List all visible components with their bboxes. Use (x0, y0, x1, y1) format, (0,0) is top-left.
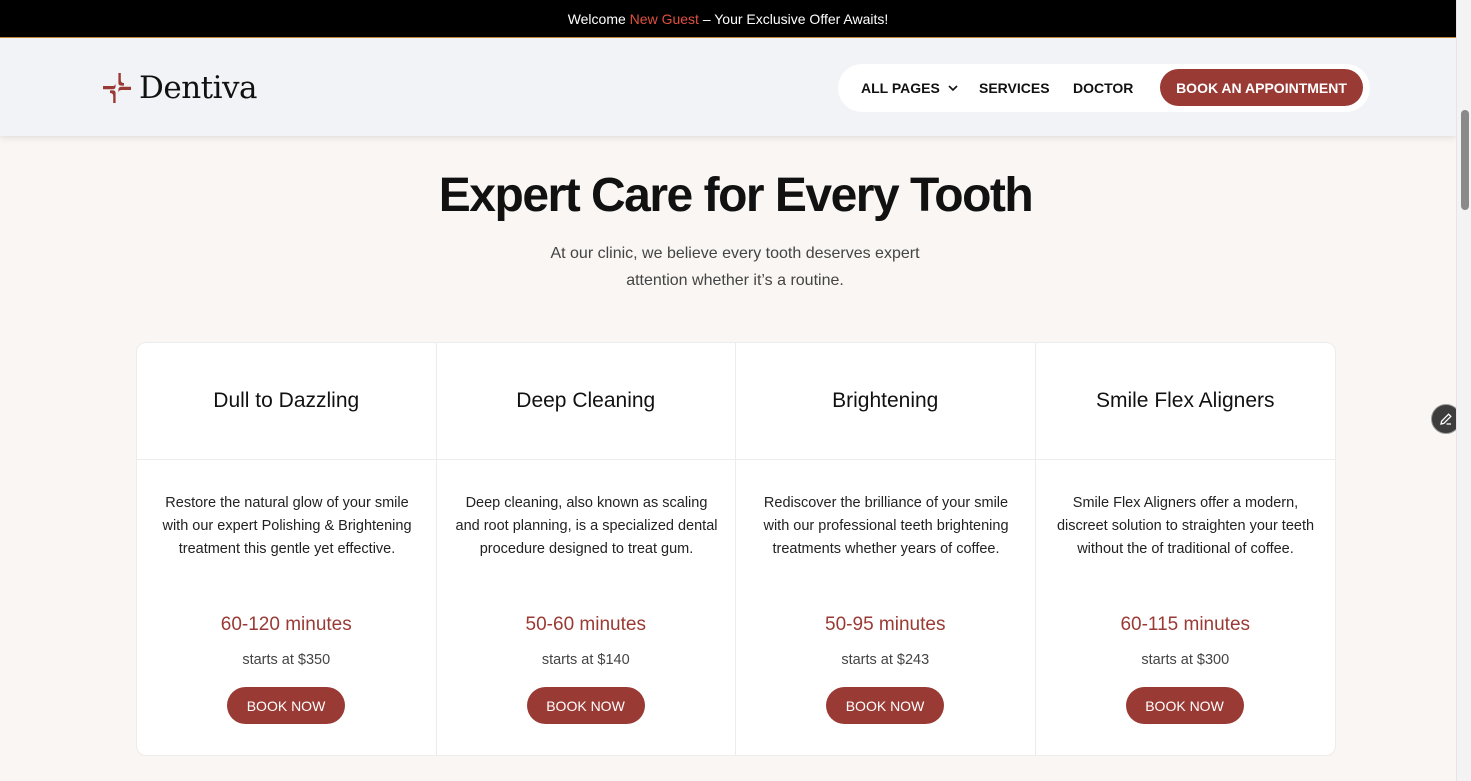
cross-logo-icon (103, 73, 131, 103)
logo-text: Dentiva (139, 70, 258, 106)
service-duration: 50-60 minutes (525, 614, 646, 635)
service-card: Brightening Rediscover the brilliance of… (736, 343, 1036, 755)
site-header: Dentiva ALL PAGES SERVICES DOCTOR BOOK A… (0, 38, 1456, 136)
nav-doctor[interactable]: DOCTOR (1073, 80, 1133, 96)
service-price: starts at $243 (841, 652, 930, 668)
service-card: Deep Cleaning Deep cleaning, also known … (436, 343, 736, 755)
service-description: Rediscover the brilliance of your smile … (763, 495, 1009, 557)
scrollbar-thumb[interactable] (1461, 110, 1469, 210)
section-subtitle: At our clinic, we believe every tooth de… (550, 245, 920, 289)
service-price: starts at $140 (541, 652, 630, 668)
main-nav: ALL PAGES SERVICES DOCTOR BOOK AN APPOIN… (838, 64, 1370, 112)
service-title: Brightening (736, 343, 1035, 460)
service-duration: 60-120 minutes (220, 614, 352, 635)
book-now-button[interactable]: BOOK NOW (526, 687, 645, 724)
nav-all-pages-label: ALL PAGES (861, 80, 940, 96)
book-now-button[interactable]: BOOK NOW (826, 687, 944, 724)
service-title: Smile Flex Aligners (1035, 343, 1335, 460)
services-grid: Dull to Dazzling Restore the natural glo… (136, 342, 1336, 756)
service-title: Dull to Dazzling (137, 343, 436, 460)
announcement-bar: Welcome New Guest – Your Exclusive Offer… (0, 0, 1456, 38)
service-price: starts at $300 (1141, 652, 1230, 668)
book-appointment-button[interactable]: BOOK AN APPOINTMENT (1160, 69, 1363, 106)
announcement-prefix: Welcome (567, 10, 626, 27)
service-description: Smile Flex Aligners offer a modern, disc… (1056, 495, 1315, 557)
service-description: Restore the natural glow of your smile w… (162, 495, 412, 557)
chevron-down-icon (948, 84, 958, 91)
logo[interactable]: Dentiva (102, 70, 258, 106)
pencil-icon (1440, 413, 1452, 425)
service-duration: 60-115 minutes (1120, 614, 1251, 635)
service-price: starts at $350 (242, 652, 331, 668)
service-duration: 50-95 minutes (825, 614, 946, 635)
book-now-button[interactable]: BOOK NOW (227, 687, 345, 724)
scrollbar[interactable] (1456, 0, 1471, 781)
nav-services[interactable]: SERVICES (979, 80, 1050, 96)
service-description: Deep cleaning, also known as scaling and… (455, 495, 718, 557)
announcement-highlight: New Guest (629, 10, 699, 27)
nav-all-pages[interactable]: ALL PAGES (861, 80, 958, 96)
service-card: Smile Flex Aligners Smile Flex Aligners … (1035, 343, 1335, 755)
service-card: Dull to Dazzling Restore the natural glo… (137, 343, 437, 755)
book-now-button[interactable]: BOOK NOW (1125, 687, 1244, 724)
section-title: Expert Care for Every Tooth (438, 169, 1034, 222)
service-title: Deep Cleaning (436, 343, 735, 460)
announcement-suffix: – Your Exclusive Offer Awaits! (702, 10, 889, 27)
